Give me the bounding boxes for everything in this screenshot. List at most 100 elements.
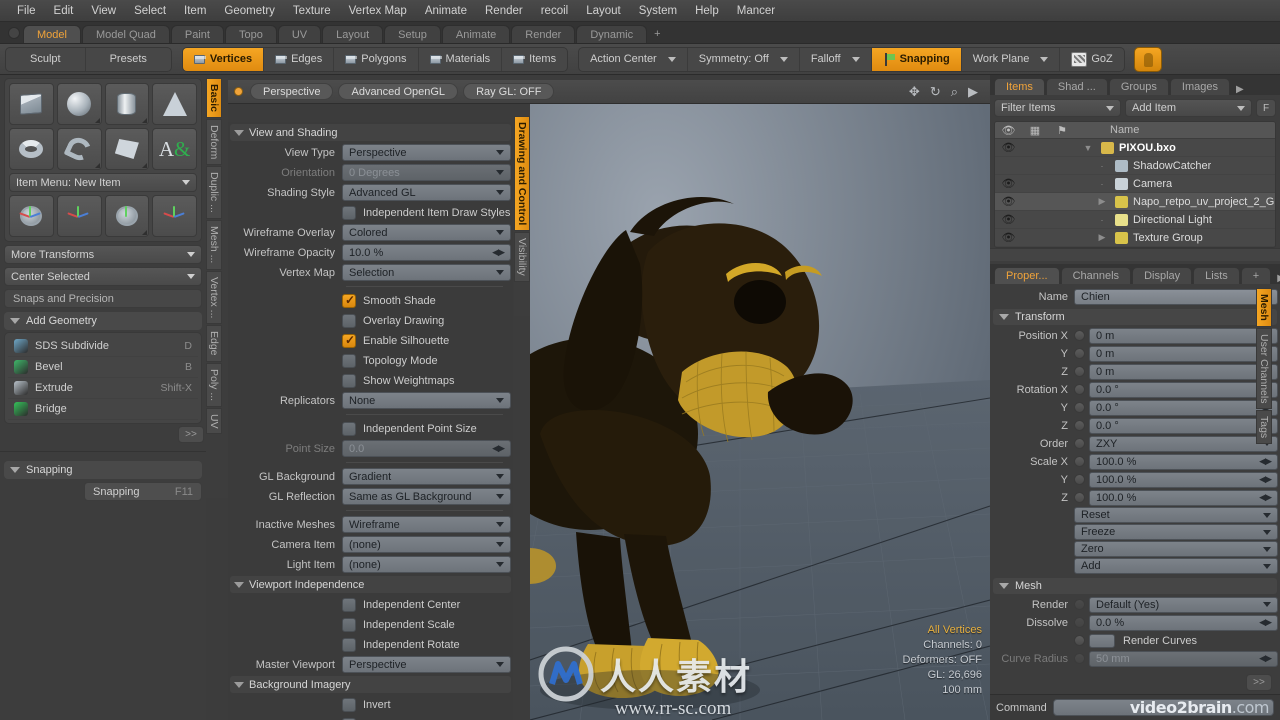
move-icon[interactable] [56, 195, 102, 237]
properties-tab-tags[interactable]: Tags [1256, 410, 1272, 445]
cube-icon[interactable] [9, 83, 54, 125]
sculpt-button[interactable]: Sculpt [6, 47, 86, 71]
properties-more-button[interactable]: >> [1246, 674, 1272, 691]
3d-viewport[interactable]: All Vertices Channels: 0 Deformers: OFF … [530, 104, 990, 720]
torus-icon[interactable] [9, 128, 54, 170]
menu-item-mancer[interactable]: Mancer [728, 0, 784, 22]
viewport-menu-icon[interactable] [234, 87, 243, 96]
animate-channel-dot-icon[interactable] [1074, 402, 1085, 413]
wireframe-opacity-field[interactable]: 10.0 % ◀▶ [342, 244, 511, 261]
tree-expander-icon[interactable]: · [1094, 161, 1110, 171]
rotate-view-icon[interactable]: ↻ [930, 84, 941, 100]
light-item-field[interactable]: (none) [342, 556, 511, 573]
item-tree-row[interactable]: 👁 ▼ PIXOU.bxo [995, 139, 1275, 157]
mesh-field[interactable]: 0.0 % ◀▶ [1089, 614, 1278, 631]
center-selected-dropdown[interactable]: Center Selected [4, 267, 202, 286]
toolbox-more-button[interactable]: >> [178, 426, 204, 443]
curve-radius-field[interactable]: 50 mm ◀▶ [1089, 650, 1278, 667]
tree-expander-icon[interactable]: ▶ [1094, 232, 1110, 243]
tab-items[interactable]: Items [994, 78, 1045, 95]
smooth-shade-checkbox[interactable] [342, 293, 356, 308]
tree-expander-icon[interactable]: ▶ [1094, 196, 1110, 207]
properties-tab-user-channels[interactable]: User Channels [1256, 327, 1272, 410]
cylinder-icon[interactable] [104, 83, 150, 125]
selection-mode-edges[interactable]: Edges [264, 47, 335, 71]
text-tool-icon[interactable]: A& [152, 128, 197, 170]
view-shading-tab-visibility[interactable]: Visibility [514, 232, 530, 282]
viewport-perspective-button[interactable]: Perspective [250, 83, 334, 100]
orientation-field[interactable]: 0 Degrees [342, 164, 511, 181]
viewport-independence-header[interactable]: Viewport Independence [230, 576, 511, 593]
checkbox-row[interactable]: Overlay Drawing [342, 311, 511, 330]
topology-mode-checkbox[interactable] [342, 353, 356, 368]
point-size-field[interactable]: 0.0 ◀▶ [342, 440, 511, 457]
polygon-pen-icon[interactable] [104, 128, 150, 170]
shading-style-field[interactable]: Advanced GL [342, 184, 511, 201]
geometry-tool-row[interactable]: Bevel B [8, 357, 198, 378]
slider-arrows-icon[interactable]: ◀▶ [1259, 653, 1272, 664]
viewport-raygl-button[interactable]: Ray GL: OFF [463, 83, 555, 100]
layout-tab-dynamic[interactable]: Dynamic [576, 25, 648, 43]
tab-lists[interactable]: Lists [1193, 267, 1240, 284]
action-center-button[interactable]: Action Center [579, 47, 688, 71]
checkbox-row[interactable]: Topology Mode [342, 351, 511, 370]
active-tool-icon[interactable] [1133, 46, 1162, 72]
layout-tab-render[interactable]: Render [511, 25, 576, 43]
replicators-select[interactable]: None [342, 392, 511, 409]
enable-silhouette-checkbox[interactable] [342, 333, 356, 348]
menu-item-layout[interactable]: Layout [577, 0, 630, 22]
menu-item-select[interactable]: Select [125, 0, 175, 22]
animate-channel-dot-icon[interactable] [1074, 456, 1085, 467]
checkbox-row[interactable]: Show Weightmaps [342, 371, 511, 390]
view-shading-tab-drawing-and-control[interactable]: Drawing and Control [514, 116, 530, 232]
transform-section-header[interactable]: Transform [993, 309, 1277, 325]
transform-all-icon[interactable] [9, 195, 54, 237]
menu-item-system[interactable]: System [630, 0, 686, 22]
view-type-field[interactable]: Perspective [342, 144, 511, 161]
tab-channels[interactable]: Channels [1060, 267, 1132, 284]
animate-channel-dot-icon[interactable] [1074, 420, 1085, 431]
slider-arrows-icon[interactable]: ◀▶ [1259, 474, 1272, 485]
zoom-view-icon[interactable]: ⌕ [951, 84, 958, 100]
transform-field[interactable]: 0 m◀▶ [1089, 345, 1278, 362]
geometry-tool-row[interactable]: SDS Subdivide D [8, 336, 198, 357]
menu-item-edit[interactable]: Edit [45, 0, 83, 22]
animate-channel-dot-icon[interactable] [1074, 617, 1085, 628]
slider-arrows-icon[interactable]: ◀▶ [1259, 617, 1272, 628]
slider-arrows-icon[interactable]: ◀▶ [492, 443, 505, 454]
toolbox-tab-mesh[interactable]: Mesh ... [206, 220, 222, 270]
spiral-icon[interactable] [56, 128, 102, 170]
render-curves-row[interactable]: Render Curves [1074, 632, 1278, 649]
item-tree-row[interactable]: 👁 ▶ Texture Group [995, 229, 1275, 247]
slider-arrows-icon[interactable]: ◀▶ [492, 247, 505, 258]
menu-item-vertex-map[interactable]: Vertex Map [340, 0, 416, 22]
visibility-eye-icon[interactable]: 👁 [995, 177, 1022, 190]
independent-item-draw-styles-row[interactable]: Independent Item Draw Styles [342, 203, 511, 222]
tab-overflow-arrow-icon[interactable]: ▶ [1272, 273, 1280, 284]
filter-items-dropdown[interactable]: Filter Items [994, 99, 1121, 117]
toolbox-tab-edge[interactable]: Edge [206, 325, 222, 362]
animate-channel-dot-icon[interactable] [1074, 348, 1085, 359]
tab-proper[interactable]: Proper... [994, 267, 1060, 284]
checkbox-row[interactable]: Overlay [342, 715, 511, 720]
camera-item-field[interactable]: (none) [342, 536, 511, 553]
checkbox-row[interactable]: Independent Center [342, 595, 511, 614]
freeze-dropdown[interactable]: Freeze [1074, 524, 1278, 540]
item-tree-row[interactable]: · ShadowCatcher [995, 157, 1275, 175]
master-viewport-select[interactable]: Perspective [342, 656, 511, 673]
toolbox-tab-uv[interactable]: UV [206, 407, 222, 435]
item-tree-scrollbar[interactable] [990, 248, 1280, 261]
layout-tab-topo[interactable]: Topo [224, 25, 277, 43]
transform-field[interactable]: 0.0 °◀▶ [1089, 399, 1278, 416]
items-filter-mini-button[interactable]: F [1256, 99, 1276, 117]
visibility-eye-icon[interactable]: 👁 [995, 195, 1022, 208]
tab-overflow-arrow-icon[interactable]: ▶ [1231, 84, 1249, 95]
tree-expander-icon[interactable]: · [1094, 179, 1110, 189]
view-and-shading-header[interactable]: View and Shading [230, 124, 511, 141]
item-tree-row[interactable]: 👁 · Camera [995, 175, 1275, 193]
overlay-drawing-checkbox[interactable] [342, 313, 356, 328]
scale-icon[interactable] [152, 195, 197, 237]
independent-center-checkbox[interactable] [342, 597, 356, 612]
layout-tab-animate[interactable]: Animate [441, 25, 511, 43]
layout-tab-paint[interactable]: Paint [170, 25, 224, 43]
